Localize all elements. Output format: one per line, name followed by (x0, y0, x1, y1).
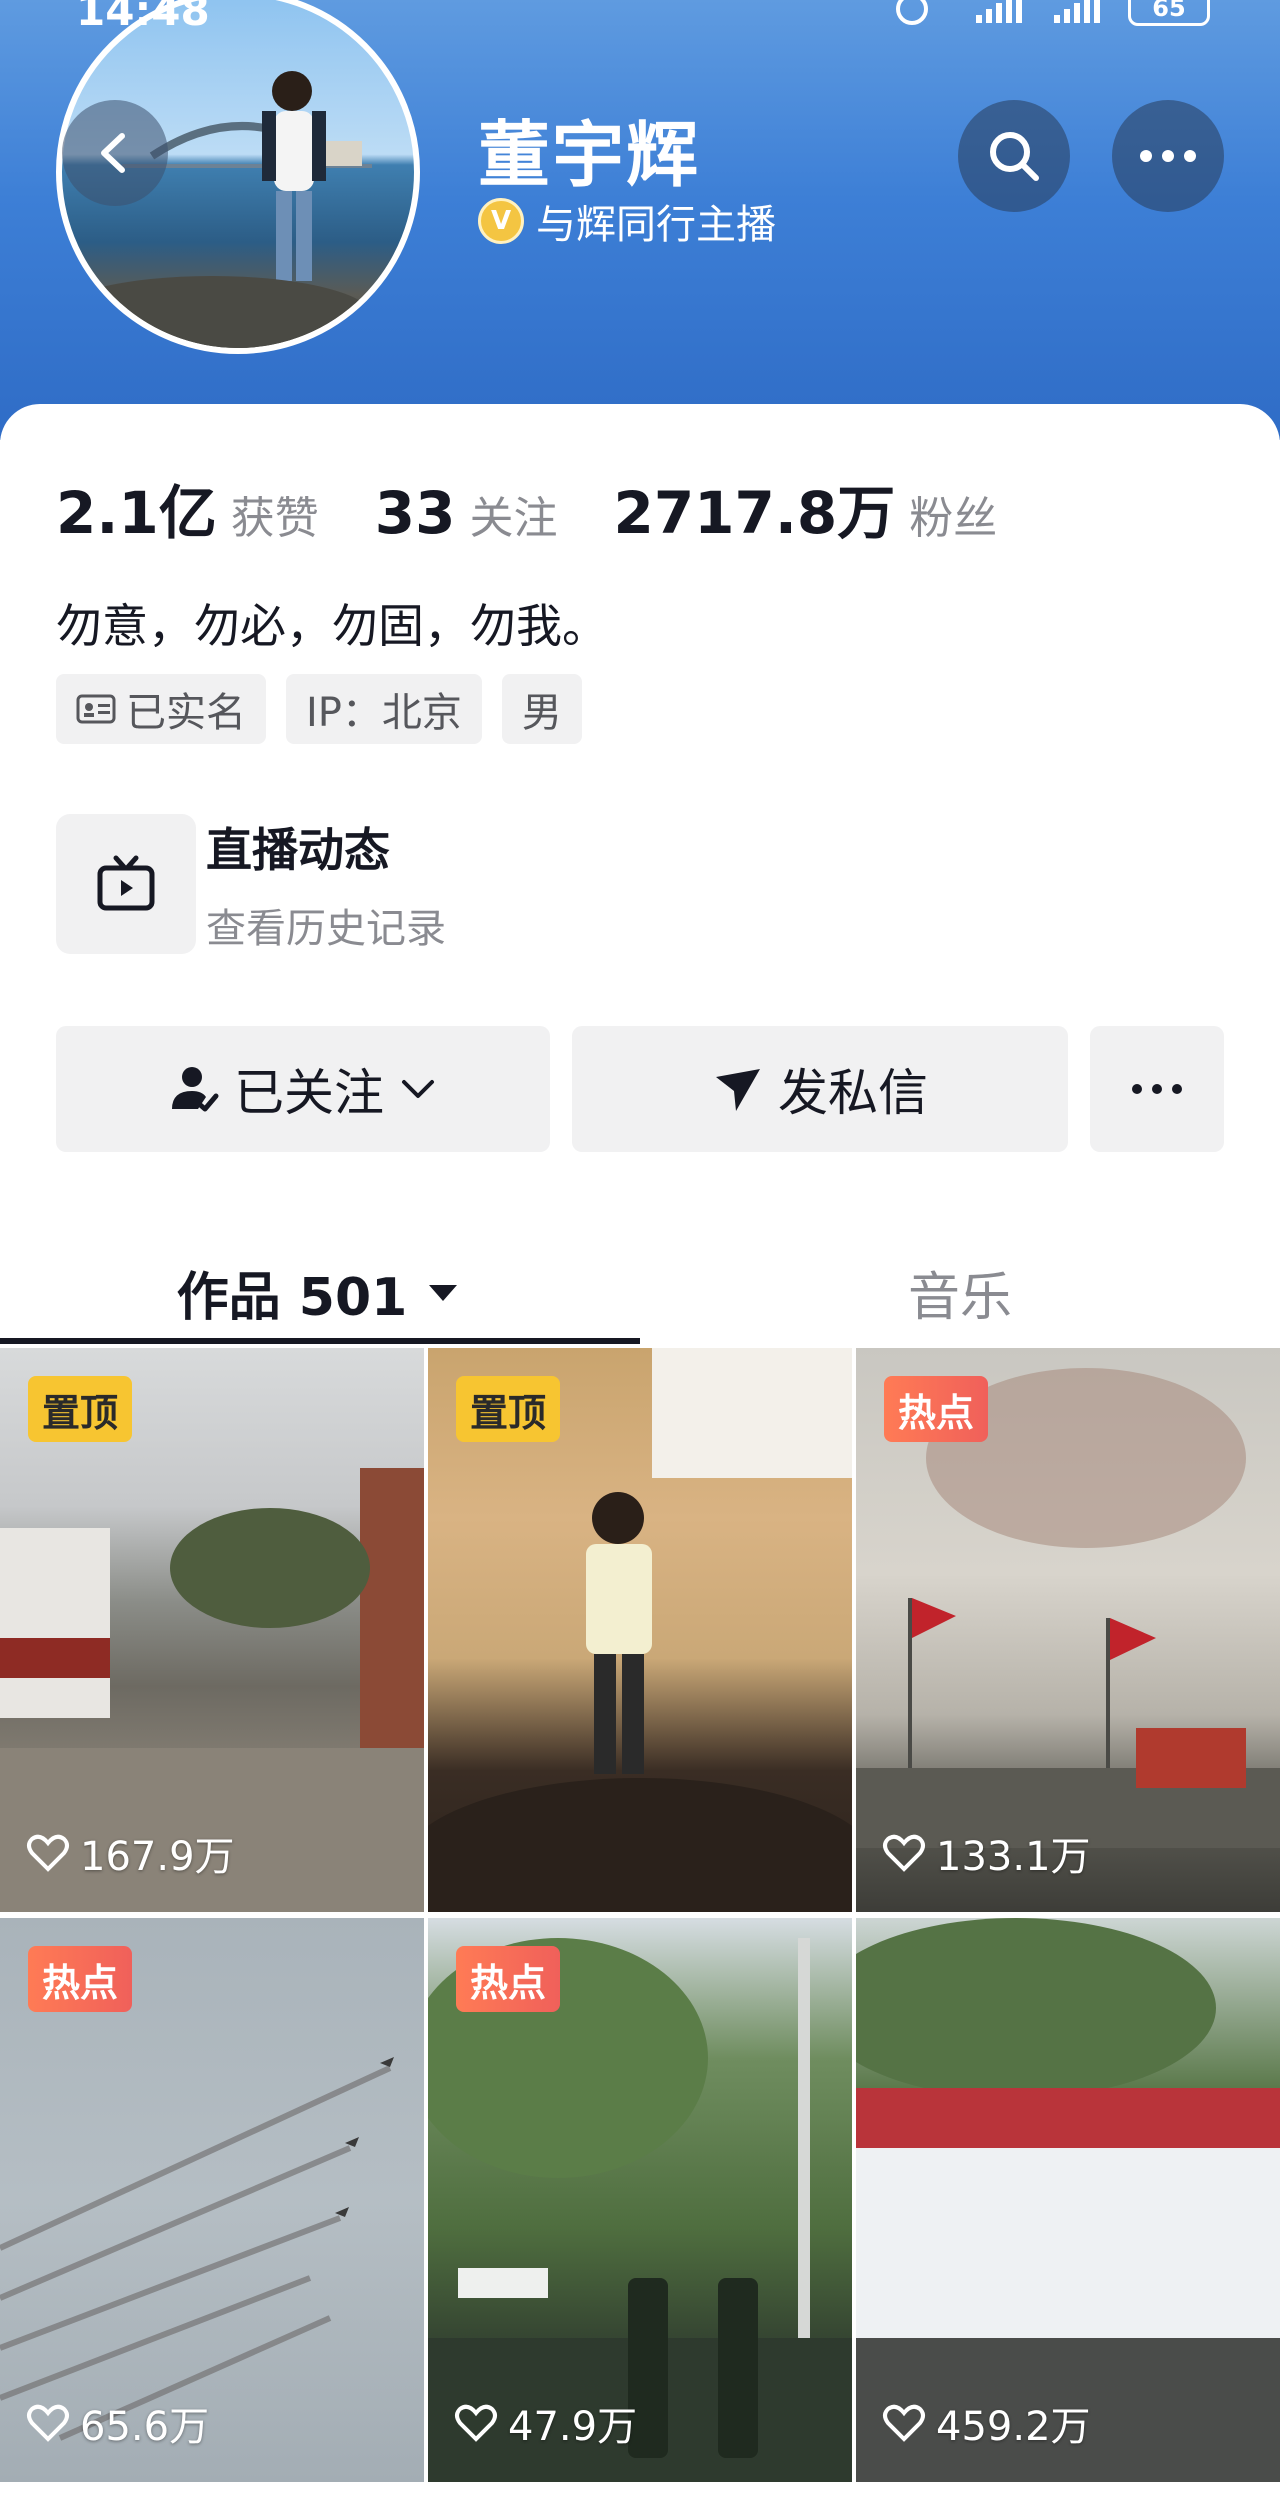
content-tabs: 作品 501 音乐 (0, 1234, 1280, 1350)
verification-row: V 与辉同行主播 (478, 192, 776, 250)
like-count-value: 133.1万 (936, 1834, 1091, 1880)
like-count-value: 47.9万 (508, 2404, 638, 2450)
live-icon-box (56, 814, 196, 954)
stat-followers-number: 2717.8万 (613, 479, 896, 547)
stats-row: 2.1亿 获赞 33 关注 2717.8万 粉丝 (56, 466, 1053, 550)
stat-likes-label: 获赞 (230, 493, 319, 544)
heart-icon (883, 2404, 925, 2442)
following-label: 已关注 (234, 1064, 384, 1122)
profile-name: 董宇辉 (478, 113, 701, 197)
stat-likes[interactable]: 2.1亿 获赞 (56, 466, 319, 550)
like-count: 47.9万 (454, 2394, 637, 2452)
profile-card: 2.1亿 获赞 33 关注 2717.8万 粉丝 勿意，勿必，勿固，勿我。 已实… (0, 404, 1280, 2498)
user-check-icon (172, 1067, 219, 1112)
tv-icon (97, 855, 155, 911)
search-button[interactable] (958, 100, 1070, 212)
heart-icon (27, 1834, 69, 1872)
tag-ip-label: IP：北京 (306, 690, 462, 736)
profile-tags: 已实名 IP：北京 男 (56, 674, 582, 744)
heart-icon (455, 2404, 497, 2442)
more-actions-button[interactable] (1090, 1026, 1224, 1152)
tab-works[interactable]: 作品 501 (0, 1234, 640, 1350)
pinned-badge: 置顶 (456, 1376, 561, 1442)
live-title: 直播动态 (206, 823, 390, 877)
id-card-icon (76, 694, 116, 724)
stat-following-number: 33 (374, 479, 456, 547)
status-time: 14:48 (76, 0, 210, 35)
like-count-value: 167.9万 (80, 1834, 235, 1880)
like-count: 133.1万 (882, 1824, 1091, 1882)
profile-header: 14:48 65 董宇辉 V 与辉同行主播 (0, 0, 1280, 440)
live-text: 直播动态 查看历史记录 (206, 814, 446, 954)
more-dots-icon (1132, 1084, 1182, 1094)
tab-active-indicator (0, 1338, 640, 1344)
verification-text: 与辉同行主播 (536, 202, 776, 248)
stat-following-label: 关注 (469, 493, 558, 544)
like-count: 65.6万 (26, 2394, 209, 2452)
action-buttons: 已关注 发私信 (56, 1026, 1224, 1152)
stat-followers-label: 粉丝 (909, 493, 998, 544)
status-bar: 14:48 65 (0, 0, 1280, 40)
tag-gender: 男 (501, 674, 582, 744)
like-count-value: 65.6万 (80, 2404, 210, 2450)
tag-ip-location: IP：北京 (286, 674, 482, 744)
live-history-entry[interactable]: 直播动态 查看历史记录 (56, 814, 446, 954)
tag-verified-label: 已实名 (126, 690, 246, 736)
verified-badge-icon: V (478, 198, 524, 244)
more-dots-icon (1140, 150, 1196, 162)
tag-gender-label: 男 (521, 690, 562, 736)
video-thumbnail[interactable]: 热点 65.6万 (0, 1918, 424, 2482)
tab-music[interactable]: 音乐 (640, 1234, 1280, 1350)
heart-icon (883, 1834, 925, 1872)
heart-icon (27, 2404, 69, 2442)
battery-icon: 65 (1128, 0, 1210, 26)
live-subtitle: 查看历史记录 (206, 906, 446, 952)
signal-5g-icon-2 (1054, 0, 1100, 23)
following-button[interactable]: 已关注 (56, 1026, 550, 1152)
tab-music-label: 音乐 (907, 1267, 1012, 1328)
video-thumbnail[interactable]: 置顶 (428, 1348, 852, 1912)
signal-5g-icon (976, 0, 1022, 23)
send-message-label: 发私信 (778, 1064, 928, 1122)
video-thumbnail[interactable]: 459.2万 (856, 1918, 1280, 2482)
stat-likes-number: 2.1亿 (56, 479, 217, 547)
tag-verified-identity[interactable]: 已实名 (56, 674, 266, 744)
like-count: 167.9万 (26, 1824, 235, 1882)
status-icons: 65 (894, 0, 1210, 26)
paper-plane-icon (716, 1069, 760, 1111)
more-button[interactable] (1112, 100, 1224, 212)
video-thumbnail[interactable]: 热点 47.9万 (428, 1918, 852, 2482)
back-button[interactable] (62, 100, 168, 206)
stat-followers[interactable]: 2717.8万 粉丝 (613, 466, 997, 550)
like-count-value: 459.2万 (936, 2404, 1091, 2450)
pinned-badge: 置顶 (28, 1376, 133, 1442)
trending-badge: 热点 (28, 1946, 133, 2012)
caret-down-icon (429, 1285, 458, 1301)
send-message-button[interactable]: 发私信 (572, 1026, 1068, 1152)
chevron-down-icon (402, 1080, 434, 1098)
chevron-left-icon (101, 133, 125, 173)
search-icon (990, 132, 1039, 181)
bio-text: 勿意，勿必，勿固，勿我。 (56, 599, 608, 653)
like-count: 459.2万 (882, 2394, 1091, 2452)
alarm-icon (896, 0, 928, 25)
trending-badge: 热点 (884, 1376, 989, 1442)
video-thumbnail[interactable]: 置顶 167.9万 (0, 1348, 424, 1912)
tab-works-label: 作品 501 (176, 1267, 408, 1328)
video-thumbnail[interactable]: 热点 133.1万 (856, 1348, 1280, 1912)
trending-badge: 热点 (456, 1946, 561, 2012)
stat-following[interactable]: 33 关注 (375, 479, 558, 547)
